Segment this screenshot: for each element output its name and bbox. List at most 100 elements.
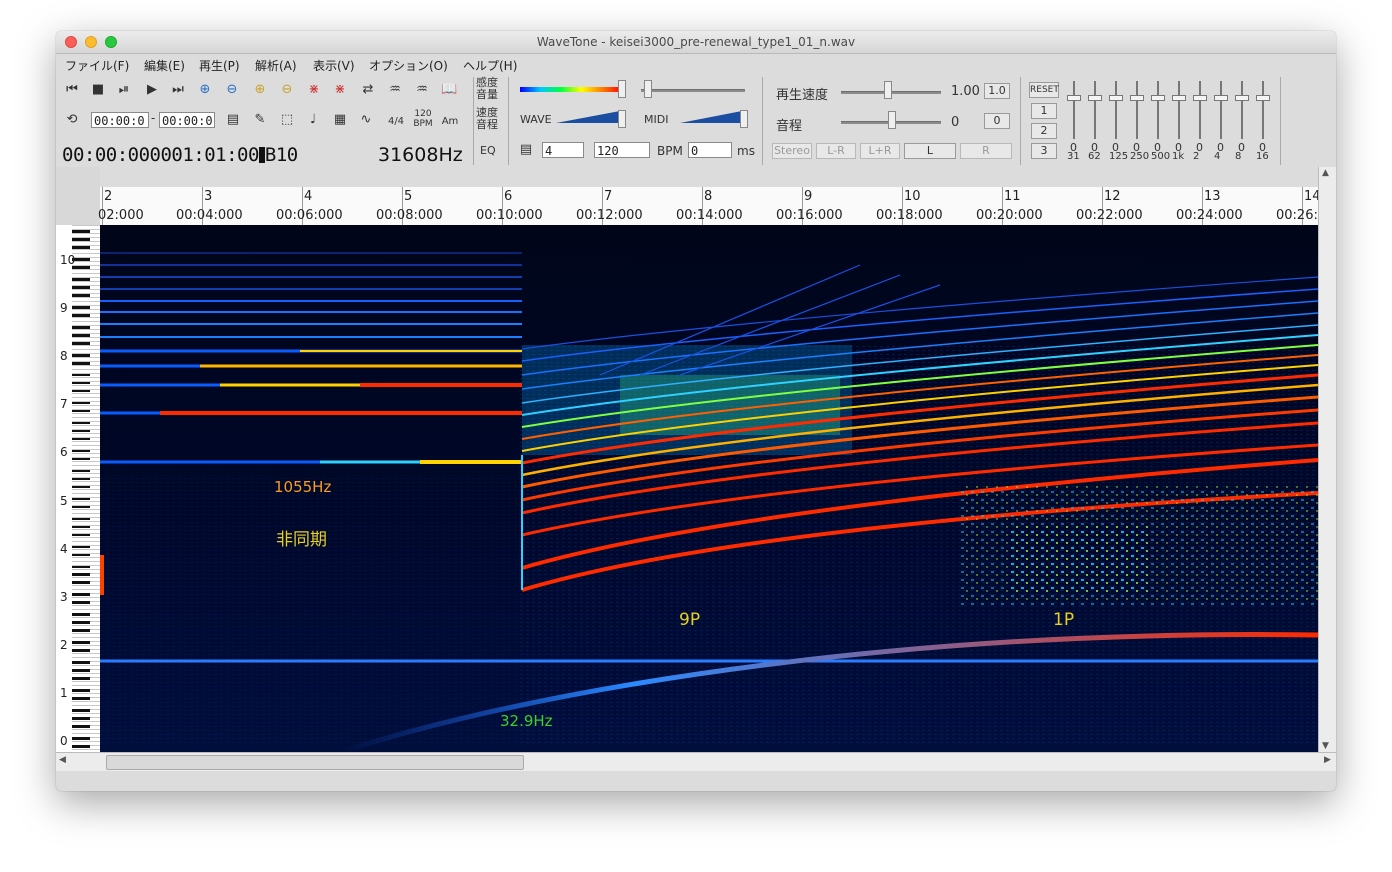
- scroll-up-icon[interactable]: ▲: [1322, 168, 1329, 178]
- rewind-icon[interactable]: ⏮: [64, 82, 80, 98]
- wave-level-thumb[interactable]: [618, 110, 626, 128]
- eq-band-knob[interactable]: [1067, 95, 1081, 101]
- eq-preset-1-button[interactable]: 1: [1031, 103, 1057, 119]
- menu-play[interactable]: 再生(P): [199, 57, 240, 74]
- scroll-down-icon[interactable]: ▼: [1322, 741, 1329, 751]
- midi-level-thumb[interactable]: [740, 110, 748, 128]
- eq-preset-3-button[interactable]: 3: [1031, 143, 1057, 159]
- menu-edit[interactable]: 編集(E): [144, 57, 185, 74]
- piano-black-key: [72, 286, 90, 289]
- range-end-field[interactable]: 00:00:0: [159, 112, 215, 128]
- eq-band-knob[interactable]: [1193, 95, 1207, 101]
- wave-view-icon[interactable]: ♒: [414, 82, 430, 98]
- select-rect-icon[interactable]: ⬚: [279, 112, 295, 128]
- menu-file[interactable]: ファイル(F): [65, 57, 129, 74]
- left-channel-button[interactable]: L: [904, 143, 956, 159]
- key-button[interactable]: Am: [439, 114, 461, 130]
- eq-band-knob[interactable]: [1109, 95, 1123, 101]
- loop-icon[interactable]: ⟲: [64, 112, 80, 128]
- bpm-button[interactable]: 120 BPM: [411, 109, 435, 129]
- eq-preset-2-button[interactable]: 2: [1031, 123, 1057, 139]
- marker-expand-icon[interactable]: ⋇: [306, 82, 322, 98]
- time-signature-button[interactable]: 4/4: [384, 114, 408, 130]
- zoom-out-horizontal-icon[interactable]: ⊖: [223, 82, 241, 98]
- piano-key: [72, 585, 100, 586]
- playback-speed-reset-button[interactable]: 1.0: [984, 83, 1010, 99]
- ruler-measure: 2: [104, 189, 113, 204]
- l-plus-r-button[interactable]: L+R: [860, 143, 900, 159]
- playback-speed-thumb[interactable]: [884, 81, 892, 99]
- note-icon[interactable]: ♩: [305, 112, 321, 128]
- piano-black-key: [72, 230, 90, 233]
- zoom-out-vertical-icon[interactable]: ⊖: [278, 82, 296, 98]
- range-start-field[interactable]: 00:00:0: [91, 112, 149, 128]
- piano-black-key: [72, 354, 90, 357]
- ruler-time: 00:04:000: [176, 208, 243, 223]
- eq-band-knob[interactable]: [1172, 95, 1186, 101]
- eq-label[interactable]: EQ: [480, 144, 496, 157]
- horizontal-scroll-thumb[interactable]: [106, 755, 524, 770]
- piano-key: [72, 721, 100, 722]
- right-channel-button[interactable]: R: [960, 143, 1012, 159]
- zoom-in-horizontal-icon[interactable]: ⊕: [196, 82, 214, 98]
- pause-play-icon[interactable]: ⏯: [116, 82, 132, 98]
- time-ruler[interactable]: 2 3 4 5 6 7 8 9 10 11 12 13 14 02:000 00:04:000 00:06:0…: [98, 187, 1326, 226]
- piano-key: [72, 665, 100, 666]
- piano-key: [72, 589, 100, 590]
- midi-level-wedge[interactable]: [680, 111, 742, 123]
- toolbar-separator: [473, 77, 474, 165]
- pitch-label-small: 音程: [476, 118, 498, 131]
- color-slider-thumb[interactable]: [618, 80, 626, 98]
- scroll-right-icon[interactable]: ▶: [1324, 755, 1331, 765]
- speed-pitch-label: 速度 音程: [476, 107, 498, 131]
- eq-band-knob[interactable]: [1256, 95, 1270, 101]
- piano-key: [72, 309, 100, 310]
- eq-band-knob[interactable]: [1214, 95, 1228, 101]
- stop-icon[interactable]: ■: [90, 82, 106, 98]
- volume-slider-track[interactable]: [641, 89, 745, 92]
- bpm-field[interactable]: 120: [594, 142, 650, 158]
- eq-band-knob[interactable]: [1130, 95, 1144, 101]
- color-gradient-slider[interactable]: [520, 87, 622, 92]
- marker-contract-icon[interactable]: ⋇: [332, 82, 348, 98]
- eq-band-label: 1k: [1172, 151, 1185, 162]
- grid-icon[interactable]: ▦: [332, 112, 348, 128]
- menu-analyze[interactable]: 解析(A): [255, 57, 297, 74]
- vertical-scrollbar[interactable]: ▲ ▼: [1318, 167, 1336, 752]
- pitch-thumb[interactable]: [888, 111, 896, 129]
- stereo-button[interactable]: Stereo: [772, 143, 812, 159]
- pen-icon[interactable]: ✎: [252, 112, 268, 128]
- zoom-in-vertical-icon[interactable]: ⊕: [251, 82, 269, 98]
- menu-help[interactable]: ヘルプ(H): [463, 57, 517, 74]
- menu-options[interactable]: オプション(O): [369, 57, 448, 74]
- piano-black-key: [72, 641, 90, 644]
- l-minus-r-button[interactable]: L-R: [816, 143, 856, 159]
- eq-band-label: 62: [1088, 151, 1101, 162]
- eq-band-knob[interactable]: [1235, 95, 1249, 101]
- volume-slider-thumb[interactable]: [644, 80, 652, 98]
- waveform-icon[interactable]: ♒: [387, 82, 403, 98]
- eq-band-knob[interactable]: [1151, 95, 1165, 101]
- bpm-button-label: BPM: [413, 119, 433, 129]
- piano-black-key: [72, 649, 90, 652]
- horizontal-scrollbar[interactable]: ◀ ▶: [56, 752, 1336, 771]
- beat-field[interactable]: 4: [542, 142, 584, 158]
- offset-ms-field[interactable]: 0: [688, 142, 732, 158]
- piano-keyboard[interactable]: 10 9 8 7 6 5 4 3 2 1 0: [56, 225, 100, 752]
- spectrogram-view[interactable]: 1055Hz 非同期 9P 1P 32.9Hz: [100, 225, 1318, 752]
- eq-reset-button[interactable]: RESET: [1029, 82, 1059, 98]
- eq-band-knob[interactable]: [1088, 95, 1102, 101]
- curve-icon[interactable]: ∿: [358, 112, 374, 128]
- pitch-reset-button[interactable]: 0: [984, 113, 1010, 129]
- book-icon[interactable]: 📖: [441, 82, 457, 98]
- menu-view[interactable]: 表示(V): [313, 57, 355, 74]
- scroll-left-icon[interactable]: ◀: [59, 755, 66, 765]
- play-icon[interactable]: ▶: [144, 82, 160, 98]
- fast-forward-icon[interactable]: ⏭: [170, 82, 186, 98]
- layout-icon[interactable]: ▤: [225, 112, 241, 128]
- wave-level-wedge[interactable]: [556, 111, 620, 123]
- swap-icon[interactable]: ⇄: [360, 82, 376, 98]
- piano-black-key: [72, 593, 90, 596]
- piano-key: [72, 349, 100, 350]
- piano-key: [72, 377, 100, 378]
